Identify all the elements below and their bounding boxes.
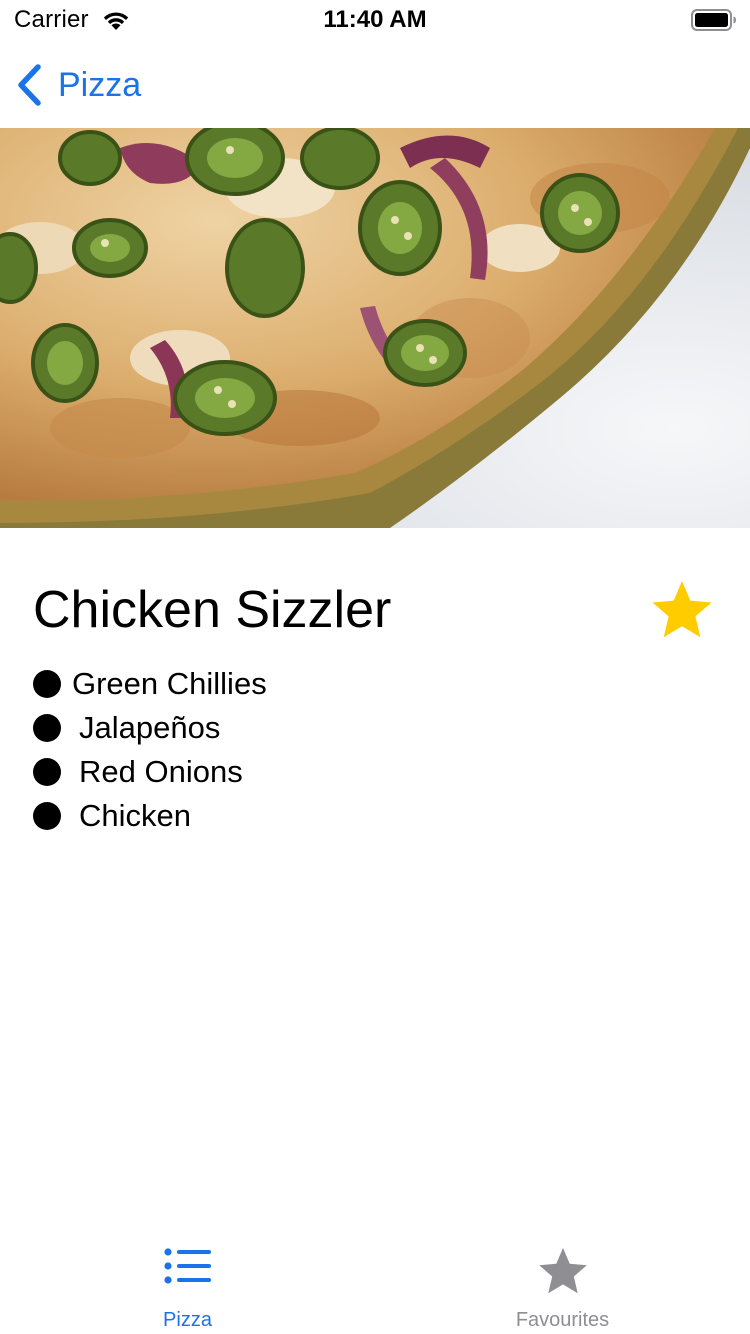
ingredient-label: Chicken [79,798,191,833]
ingredient-label: Green Chillies [72,666,267,701]
bullet-icon [33,670,61,698]
battery-icon [691,9,736,31]
tab-favourites-label: Favourites [515,1309,610,1331]
star-icon [538,1248,587,1294]
back-button[interactable]: Pizza [14,60,141,110]
pizza-title: Chicken Sizzler [33,581,392,639]
pizza-photo [0,128,750,528]
bullet-icon [33,714,61,742]
status-time: 11:40 AM [323,6,427,33]
bullet-icon [33,802,61,830]
tab-pizza-label: Pizza [163,1309,212,1331]
ingredient-item: Green Chillies [33,662,267,706]
star-icon[interactable] [648,578,716,642]
list-icon [163,1248,211,1284]
ingredient-list: Green Chillies Jalapeños Red Onions Chic… [33,662,267,838]
tab-favourites[interactable]: Favourites [375,1236,750,1334]
back-button-label: Pizza [58,66,142,104]
ingredient-item: Chicken [33,794,267,838]
ingredient-label: Red Onions [79,754,243,789]
ingredient-label: Jalapeños [79,710,221,745]
ingredient-item: Red Onions [33,750,267,794]
ingredient-item: Jalapeños [33,706,267,750]
navigation-bar: Pizza [0,40,750,128]
bullet-icon [33,758,61,786]
chevron-left-icon [18,64,41,106]
tab-bar: Pizza Favourites [0,1236,750,1334]
tab-pizza[interactable]: Pizza [0,1236,375,1334]
status-bar: Carrier 11:40 AM [0,0,750,40]
